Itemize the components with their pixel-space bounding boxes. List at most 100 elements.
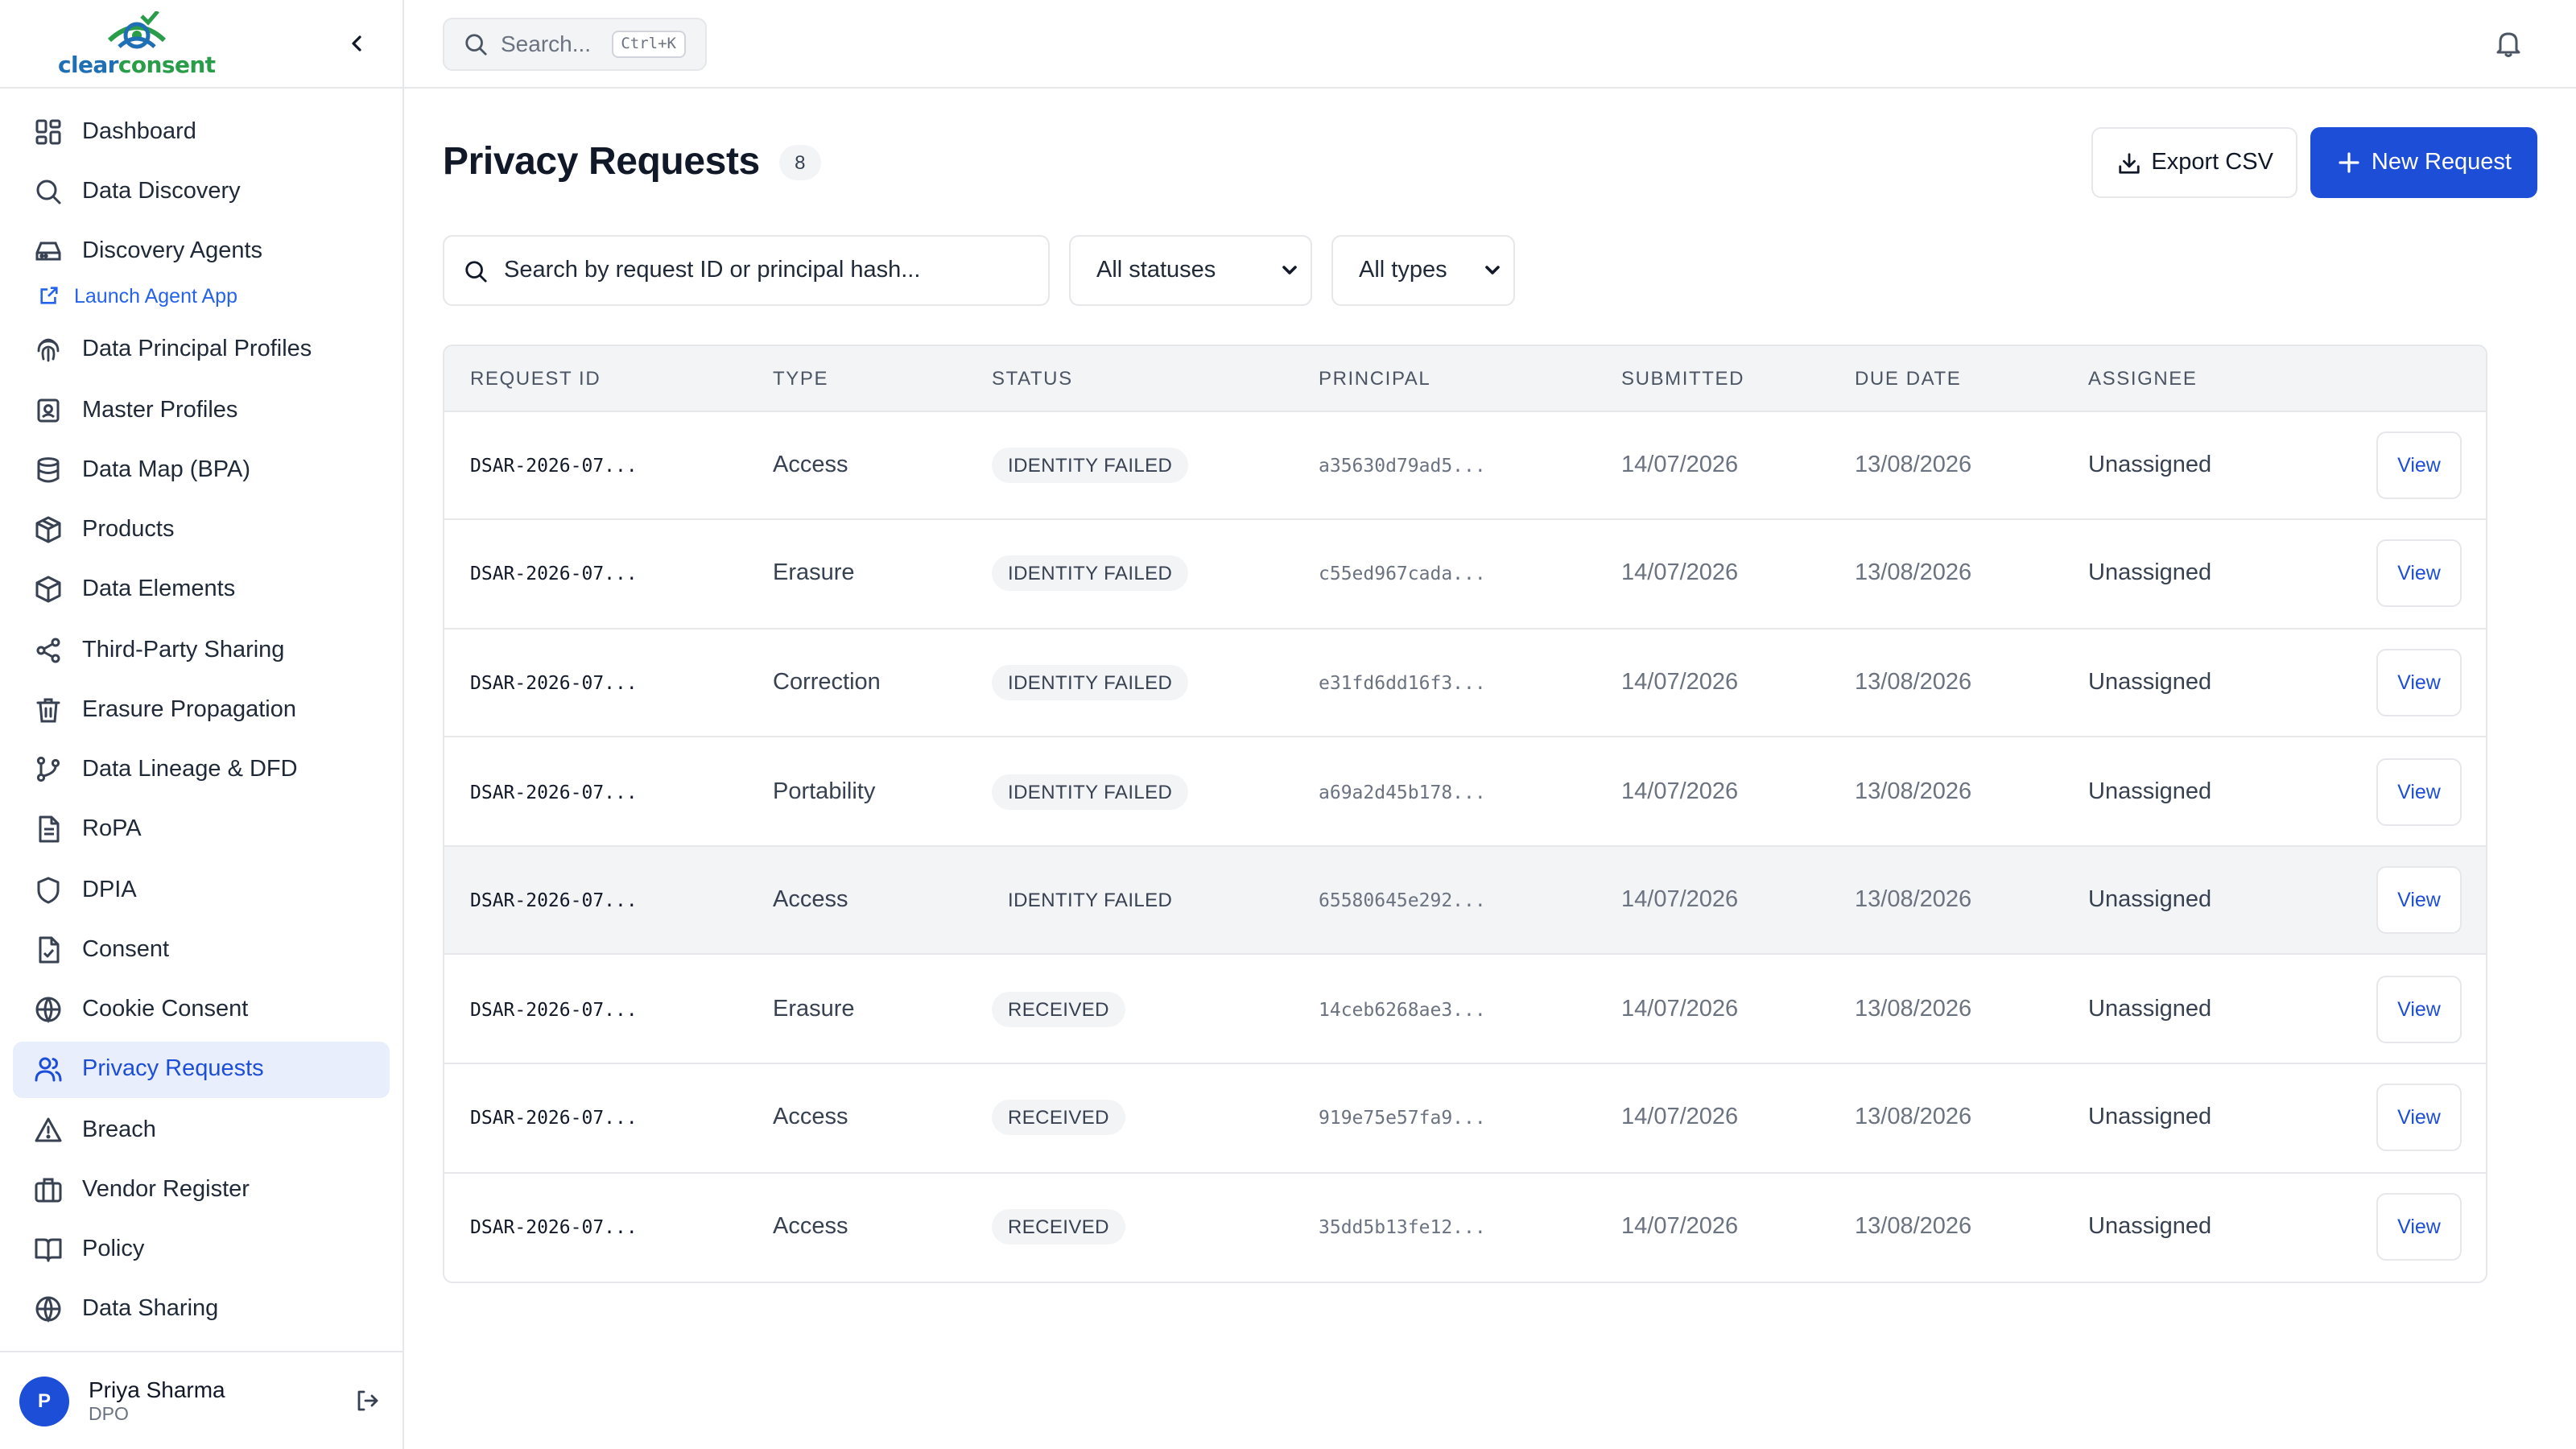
column-header-type[interactable]: TYPE: [747, 346, 966, 411]
sidebar-item-label: Products: [82, 517, 175, 543]
page-content: Privacy Requests 8 Export CSV New Reques…: [404, 89, 2576, 1283]
sidebar-item-policy[interactable]: Policy: [13, 1221, 390, 1278]
sidebar-item-label: Breach: [82, 1117, 156, 1142]
sidebar-item-label: Vendor Register: [82, 1176, 250, 1203]
avatar[interactable]: P: [19, 1376, 69, 1426]
chevron-down-icon: [1282, 266, 1297, 275]
due-date: 13/08/2026: [1855, 560, 1972, 587]
global-search-button[interactable]: Search... Ctrl+K: [443, 17, 707, 70]
submitted-date: 14/07/2026: [1621, 887, 1739, 914]
assignee: Unassigned: [2088, 778, 2212, 805]
notifications-button[interactable]: [2489, 24, 2528, 63]
page-actions: Export CSV New Request: [2091, 127, 2537, 198]
status-badge: RECEIVED: [992, 1209, 1125, 1245]
view-button[interactable]: View: [2376, 1193, 2462, 1261]
user-profile: P Priya Sharma DPO: [0, 1351, 402, 1449]
users-icon: [32, 1054, 64, 1086]
column-header-assignee[interactable]: ASSIGNEE: [2062, 346, 2304, 411]
sidebar-item-data-elements[interactable]: Data Elements: [13, 562, 390, 618]
submitted-date: 14/07/2026: [1621, 560, 1739, 587]
export-csv-button[interactable]: Export CSV: [2091, 127, 2297, 198]
column-header-request-id[interactable]: REQUEST ID: [444, 346, 747, 411]
sidebar-item-data-sharing[interactable]: Data Sharing: [13, 1282, 390, 1338]
brand-logo[interactable]: clearconsent: [58, 10, 216, 76]
due-date: 13/08/2026: [1855, 452, 1972, 478]
request-search-input[interactable]: [504, 258, 1029, 283]
sidebar-item-erasure-propagation[interactable]: Erasure Propagation: [13, 682, 390, 738]
view-button[interactable]: View: [2376, 866, 2462, 935]
status-badge: IDENTITY FAILED: [992, 774, 1189, 810]
sidebar-item-discovery-agents[interactable]: Discovery Agents: [13, 223, 390, 279]
search-icon: [465, 33, 487, 55]
sidebar-item-label: Data Lineage & DFD: [82, 757, 298, 782]
submitted-date: 14/07/2026: [1621, 452, 1739, 478]
request-search: [443, 235, 1050, 306]
principal-hash: 65580645e292...: [1319, 889, 1486, 912]
sidebar-item-cookie-consent[interactable]: Cookie Consent: [13, 981, 390, 1038]
table-row[interactable]: DSAR-2026-07... Erasure IDENTITY FAILED …: [444, 519, 2486, 629]
sidebar-item-third-party-sharing[interactable]: Third-Party Sharing: [13, 621, 390, 678]
requests-table: REQUEST ID TYPE STATUS PRINCIPAL SUBMITT…: [443, 345, 2487, 1283]
sidebar-item-consent[interactable]: Consent: [13, 922, 390, 978]
shortcut-hint: Ctrl+K: [611, 30, 686, 57]
view-button[interactable]: View: [2376, 431, 2462, 499]
sidebar-item-dashboard[interactable]: Dashboard: [13, 103, 390, 159]
due-date: 13/08/2026: [1855, 996, 1972, 1022]
status-cell: IDENTITY FAILED: [966, 519, 1293, 628]
external-link-icon: [39, 285, 61, 308]
sidebar-item-label: Data Principal Profiles: [82, 336, 312, 363]
new-request-label: New Request: [2371, 150, 2512, 175]
request-id: DSAR-2026-07...: [470, 562, 638, 585]
view-button[interactable]: View: [2376, 975, 2462, 1043]
type-filter-select[interactable]: All types: [1331, 235, 1515, 306]
sidebar-item-label: Privacy Requests: [82, 1056, 264, 1083]
table-row[interactable]: DSAR-2026-07... Portability IDENTITY FAI…: [444, 737, 2486, 846]
column-header-due-date[interactable]: DUE DATE: [1829, 346, 2062, 411]
collapse-sidebar-button[interactable]: [341, 27, 374, 60]
search-icon: [465, 260, 487, 282]
view-button[interactable]: View: [2376, 758, 2462, 826]
launch-agent-app-link[interactable]: Launch Agent App: [13, 277, 390, 316]
sidebar-item-data-discovery[interactable]: Data Discovery: [13, 163, 390, 220]
table-row[interactable]: DSAR-2026-07... Access RECEIVED 35dd5b13…: [444, 1172, 2486, 1281]
table-row[interactable]: DSAR-2026-07... Erasure RECEIVED 14ceb62…: [444, 955, 2486, 1064]
sidebar-item-privacy-requests[interactable]: Privacy Requests: [13, 1041, 390, 1098]
sidebar-item-data-lineage[interactable]: Data Lineage & DFD: [13, 741, 390, 798]
hard-drive-icon: [32, 235, 64, 267]
request-type: Correction: [773, 669, 881, 696]
sidebar-item-data-map[interactable]: Data Map (BPA): [13, 442, 390, 498]
new-request-button[interactable]: New Request: [2310, 127, 2537, 198]
principal-hash: 35dd5b13fe12...: [1319, 1216, 1486, 1239]
status-filter-select[interactable]: All statuses: [1069, 235, 1312, 306]
view-button[interactable]: View: [2376, 648, 2462, 716]
sidebar-item-products[interactable]: Products: [13, 502, 390, 558]
column-header-submitted[interactable]: SUBMITTED: [1596, 346, 1829, 411]
logout-button[interactable]: [351, 1385, 383, 1417]
sidebar-item-label: Cookie Consent: [82, 997, 249, 1022]
status-cell: IDENTITY FAILED: [966, 737, 1293, 846]
sidebar: clearconsent Dashboard Data Discovery Di…: [0, 0, 404, 1449]
git-branch-icon: [32, 753, 64, 786]
sidebar-item-data-principal-profiles[interactable]: Data Principal Profiles: [13, 322, 390, 378]
column-header-status[interactable]: STATUS: [966, 346, 1293, 411]
sidebar-item-master-profiles[interactable]: Master Profiles: [13, 382, 390, 438]
table-row[interactable]: DSAR-2026-07... Access IDENTITY FAILED 6…: [444, 845, 2486, 955]
assignee: Unassigned: [2088, 560, 2212, 587]
table-row[interactable]: DSAR-2026-07... Correction IDENTITY FAIL…: [444, 628, 2486, 737]
column-header-actions: [2304, 346, 2486, 411]
table-row[interactable]: DSAR-2026-07... Access IDENTITY FAILED a…: [444, 411, 2486, 520]
column-header-principal[interactable]: PRINCIPAL: [1293, 346, 1596, 411]
file-check-icon: [32, 934, 64, 966]
sidebar-item-ropa[interactable]: RoPA: [13, 802, 390, 858]
sidebar-item-vendor-register[interactable]: Vendor Register: [13, 1162, 390, 1218]
view-button[interactable]: View: [2376, 539, 2462, 608]
due-date: 13/08/2026: [1855, 778, 1972, 805]
sidebar-item-label: Consent: [82, 936, 170, 963]
count-badge: 8: [778, 145, 821, 180]
view-button[interactable]: View: [2376, 1084, 2462, 1152]
sidebar-item-dpia[interactable]: DPIA: [13, 861, 390, 918]
table-row[interactable]: DSAR-2026-07... Access RECEIVED 919e75e5…: [444, 1063, 2486, 1173]
sidebar-item-breach[interactable]: Breach: [13, 1101, 390, 1158]
status-badge: IDENTITY FAILED: [992, 555, 1189, 592]
action-cell: View: [2304, 955, 2486, 1063]
